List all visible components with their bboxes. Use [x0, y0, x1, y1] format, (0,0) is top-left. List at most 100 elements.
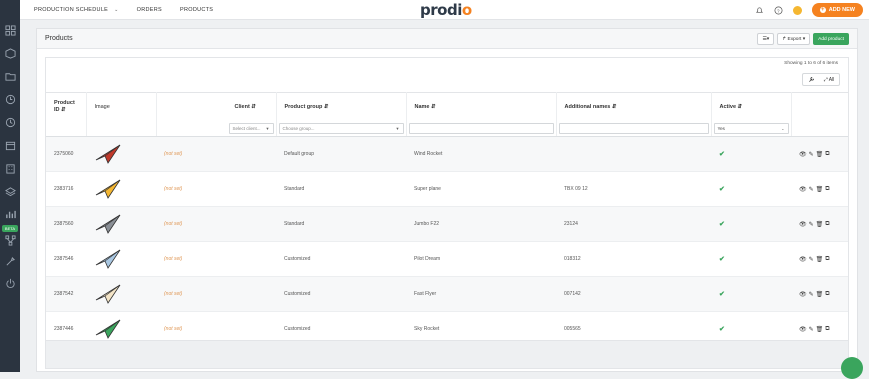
- avatar[interactable]: [792, 5, 802, 15]
- active-value: ✔: [711, 171, 791, 207]
- expand-all-button[interactable]: ⤢ All: [819, 74, 839, 85]
- active-filter-select[interactable]: Yes ⌄: [713, 123, 789, 135]
- col-header-actions: [791, 92, 848, 122]
- view-icon[interactable]: 👁: [799, 221, 807, 228]
- sidebar: BETA: [0, 0, 20, 372]
- product-id: 2375060: [46, 136, 86, 172]
- network-icon[interactable]: [4, 234, 16, 246]
- calendar-icon[interactable]: [4, 139, 16, 151]
- filter-row: Select client... ▼ Choose group... ▼ Yes ⌄: [46, 121, 848, 137]
- table-row[interactable]: 2383716 (not set) Standard Super plane T…: [46, 171, 848, 207]
- active-value: ✔: [711, 136, 791, 172]
- beta-badge: BETA: [2, 225, 18, 232]
- page-title: Products: [45, 35, 73, 42]
- chat-fab-button[interactable]: [841, 357, 863, 379]
- name-value: Super plane: [406, 171, 556, 207]
- name-value: Jumbo F22: [406, 206, 556, 242]
- name-value: Wind Rocket: [406, 136, 556, 172]
- additional-names-filter-input[interactable]: [558, 123, 709, 135]
- clock-icon[interactable]: [4, 116, 16, 128]
- view-icon[interactable]: 👁: [799, 151, 807, 158]
- check-icon: ✔: [719, 291, 725, 298]
- active-value: ✔: [711, 206, 791, 242]
- table-row[interactable]: 2387560 (not set) Standard Jumbo F22 231…: [46, 206, 848, 242]
- showing-count: Showing 1 to 6 of 6 items: [784, 61, 838, 66]
- copy-icon[interactable]: ⧉: [825, 151, 829, 158]
- group-filter-select[interactable]: Choose group... ▼: [278, 123, 404, 135]
- name-filter-input[interactable]: [408, 123, 554, 135]
- product-image: [86, 241, 156, 277]
- bar-chart-icon[interactable]: [4, 208, 16, 220]
- table-row[interactable]: 2387546 (not set) Customized Pilot Dream…: [46, 241, 848, 277]
- building-icon[interactable]: [4, 162, 16, 174]
- client-filter-select[interactable]: Select client... ▼: [228, 123, 274, 135]
- view-icon[interactable]: 👁: [799, 291, 807, 298]
- edit-icon[interactable]: ✎: [809, 256, 814, 263]
- table-container: Showing 1 to 6 of 6 items ⤢ All Product ID…: [45, 57, 849, 369]
- col-header-name[interactable]: Name ⇵: [406, 92, 557, 122]
- product-image: [86, 171, 156, 207]
- add-product-button[interactable]: Add product: [813, 33, 849, 45]
- col-header-additional-names[interactable]: Additional names ⇵: [556, 92, 712, 122]
- col-header-product-group[interactable]: Product group ⇵: [276, 92, 407, 122]
- copy-icon[interactable]: ⧉: [825, 221, 829, 228]
- top-right-controls: ? + ADD NEW: [755, 2, 863, 18]
- view-icon[interactable]: 👁: [799, 256, 807, 263]
- copy-icon[interactable]: ⧉: [825, 291, 829, 298]
- edit-icon[interactable]: ✎: [809, 221, 814, 228]
- history-icon[interactable]: [4, 93, 16, 105]
- nav-production-schedule[interactable]: PRODUCTION SCHEDULE ⌄: [34, 7, 119, 13]
- edit-icon[interactable]: ✎: [809, 151, 814, 158]
- view-icon[interactable]: 👁: [799, 186, 807, 193]
- help-icon[interactable]: ?: [774, 6, 783, 15]
- check-icon: ✔: [719, 151, 725, 158]
- edit-icon[interactable]: ✎: [809, 326, 814, 333]
- product-group-value: Default group: [276, 136, 406, 172]
- layers-icon[interactable]: [4, 185, 16, 197]
- additional-names-value: TBX 09 12: [556, 171, 711, 207]
- tools-icon[interactable]: [4, 255, 16, 267]
- svg-text:?: ?: [777, 8, 780, 13]
- product-image: [86, 206, 156, 242]
- additional-names-value: 018312: [556, 241, 711, 277]
- col-header-product-id[interactable]: Product ID ⇵: [46, 92, 87, 122]
- product-group-value: Customized: [276, 276, 406, 312]
- products-table: Product ID ⇵ Image Client ⇵ Product group…: [46, 92, 848, 347]
- delete-icon[interactable]: 🗑: [816, 151, 824, 158]
- chevron-down-icon: ▼: [265, 126, 270, 132]
- bell-icon[interactable]: [755, 6, 764, 15]
- export-button[interactable]: ↱ Export ▾: [777, 33, 811, 45]
- view-toggle-button[interactable]: ☰▾: [757, 33, 775, 45]
- expand-icon: ⤢: [823, 76, 828, 83]
- delete-icon[interactable]: 🗑: [816, 256, 824, 263]
- view-icon[interactable]: 👁: [799, 326, 807, 333]
- plus-icon: +: [819, 7, 826, 13]
- table-row[interactable]: 2375060 (not set) Default group Wind Roc…: [46, 136, 848, 172]
- active-value: ✔: [711, 241, 791, 277]
- row-actions: 👁 ✎ 🗑 ⧉: [791, 171, 848, 207]
- power-icon[interactable]: [4, 277, 16, 289]
- nav-products[interactable]: PRODUCTS: [180, 7, 213, 13]
- wrench-icon[interactable]: [803, 74, 819, 85]
- dashboard-icon[interactable]: [4, 24, 16, 36]
- col-header-active[interactable]: Active ⇵: [711, 92, 792, 122]
- copy-icon[interactable]: ⧉: [825, 326, 829, 333]
- product-id: 2387546: [46, 241, 86, 277]
- folder-icon[interactable]: [4, 70, 16, 82]
- prodio-logo: prodio: [420, 1, 472, 19]
- delete-icon[interactable]: 🗑: [816, 186, 824, 193]
- delete-icon[interactable]: 🗑: [816, 221, 824, 228]
- box-icon[interactable]: [4, 47, 16, 59]
- edit-icon[interactable]: ✎: [809, 291, 814, 298]
- delete-icon[interactable]: 🗑: [816, 291, 824, 298]
- delete-icon[interactable]: 🗑: [816, 326, 824, 333]
- paper-plane-image: [95, 179, 121, 199]
- copy-icon[interactable]: ⧉: [825, 256, 829, 263]
- copy-icon[interactable]: ⧉: [825, 186, 829, 193]
- nav-orders[interactable]: ORDERS: [137, 7, 162, 13]
- edit-icon[interactable]: ✎: [809, 186, 814, 193]
- table-row[interactable]: 2387542 (not set) Customized Fast Flyer …: [46, 276, 848, 312]
- col-header-client[interactable]: Client ⇵: [156, 92, 277, 122]
- add-new-button[interactable]: + ADD NEW: [811, 3, 863, 17]
- row-actions: 👁 ✎ 🗑 ⧉: [791, 276, 848, 312]
